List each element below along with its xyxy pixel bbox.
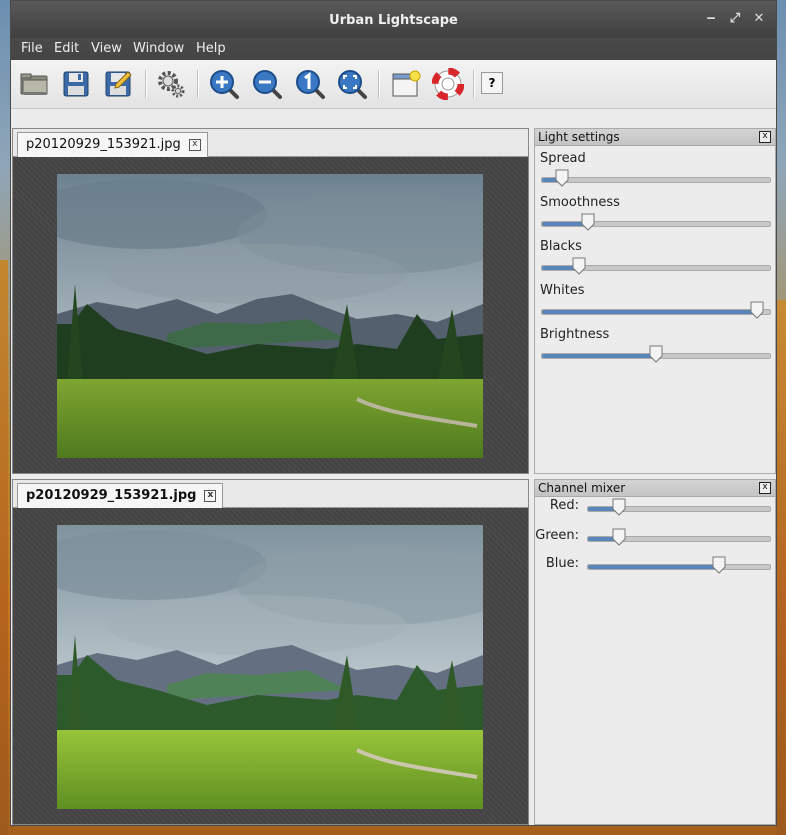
toolbar: ?: [11, 60, 776, 109]
blacks-slider[interactable]: [541, 257, 771, 275]
window-title: Urban Lightscape: [329, 13, 458, 28]
smoothness-slider[interactable]: [541, 213, 771, 231]
light-settings-header[interactable]: Light settings x: [535, 129, 775, 146]
close-icon[interactable]: x: [759, 131, 771, 143]
zoom-out-icon[interactable]: [251, 68, 283, 100]
image-canvas[interactable]: [13, 157, 528, 473]
whites-slider-fill: [542, 310, 757, 314]
zoom-in-icon[interactable]: [208, 68, 240, 100]
new-window-icon[interactable]: [390, 68, 422, 100]
zoom-actual-icon[interactable]: [294, 68, 326, 100]
help-lifebuoy-icon[interactable]: [431, 67, 465, 101]
green-channel-label: Green:: [535, 528, 579, 543]
tab-image-processed[interactable]: p20120929_153921.jpg x: [17, 483, 224, 508]
app-window: Urban Lightscape ‒ ⤢ ✕ File Edit View Wi…: [10, 0, 777, 826]
menu-file[interactable]: File: [21, 41, 43, 56]
minimize-icon[interactable]: ‒: [704, 12, 718, 26]
spread-label: Spread: [540, 151, 586, 166]
brightness-slider-fill: [542, 354, 656, 358]
settings-icon[interactable]: [155, 68, 187, 100]
toolbar-separator: [378, 70, 380, 98]
green-channel-slider-handle[interactable]: [612, 528, 626, 546]
blue-channel-slider[interactable]: [587, 556, 771, 574]
image-pane-original: p20120929_153921.jpg x: [12, 128, 529, 474]
spread-slider[interactable]: [541, 169, 771, 187]
menu-help[interactable]: Help: [196, 41, 226, 56]
desktop-background-right: [776, 300, 786, 835]
tab-label: p20120929_153921.jpg: [26, 488, 197, 503]
whites-slider[interactable]: [541, 301, 771, 319]
blue-channel-slider-handle[interactable]: [712, 556, 726, 574]
open-icon[interactable]: [18, 68, 50, 100]
red-channel-label: Red:: [549, 498, 579, 513]
channel-mixer-panel: Channel mixer x Red: Green: Blue:: [534, 479, 776, 825]
close-icon[interactable]: x: [759, 482, 771, 494]
close-icon[interactable]: ✕: [752, 12, 766, 26]
whites-label: Whites: [540, 283, 585, 298]
tab-image-original[interactable]: p20120929_153921.jpg x: [17, 132, 208, 157]
photo-original: [57, 174, 483, 458]
green-channel-slider[interactable]: [587, 528, 771, 546]
whites-slider-handle[interactable]: [750, 301, 764, 319]
image-canvas[interactable]: [13, 508, 528, 824]
smoothness-slider-handle[interactable]: [581, 213, 595, 231]
toolbar-separator: [145, 70, 147, 98]
red-channel-slider-handle[interactable]: [612, 498, 626, 516]
menu-edit[interactable]: Edit: [54, 41, 79, 56]
brightness-slider-handle[interactable]: [649, 345, 663, 363]
light-settings-title: Light settings: [538, 130, 620, 144]
channel-mixer-title: Channel mixer: [538, 481, 626, 495]
smoothness-label: Smoothness: [540, 195, 620, 210]
title-bar[interactable]: Urban Lightscape ‒ ⤢ ✕: [11, 1, 776, 38]
save-icon[interactable]: [60, 68, 92, 100]
photo-processed: [57, 525, 483, 809]
brightness-slider[interactable]: [541, 345, 771, 363]
spread-slider-handle[interactable]: [555, 169, 569, 187]
image-pane-processed: p20120929_153921.jpg x: [12, 479, 529, 825]
maximize-icon[interactable]: ⤢: [728, 12, 742, 26]
menu-bar: File Edit View Window Help: [11, 38, 776, 60]
blacks-slider-handle[interactable]: [572, 257, 586, 275]
menu-view[interactable]: View: [91, 41, 122, 56]
toolbar-separator: [473, 70, 475, 98]
tab-label: p20120929_153921.jpg: [26, 137, 181, 152]
light-settings-panel: Light settings x Spread Smoothness Blacks W…: [534, 128, 776, 474]
tab-close-icon[interactable]: x: [204, 490, 217, 502]
tab-close-icon[interactable]: x: [188, 139, 201, 151]
zoom-fit-icon[interactable]: [336, 68, 368, 100]
tab-bar: p20120929_153921.jpg x: [13, 129, 528, 157]
blue-channel-label: Blue:: [545, 556, 579, 571]
menu-window[interactable]: Window: [133, 41, 184, 56]
whats-this-icon[interactable]: ?: [481, 72, 503, 94]
desktop-background-left: [0, 260, 8, 835]
save-as-icon[interactable]: [102, 68, 134, 100]
toolbar-separator: [197, 70, 199, 98]
brightness-label: Brightness: [540, 327, 610, 342]
channel-mixer-header[interactable]: Channel mixer x: [535, 480, 775, 497]
blacks-label: Blacks: [540, 239, 582, 254]
blue-channel-slider-fill: [588, 565, 719, 569]
tab-bar: p20120929_153921.jpg x: [13, 480, 528, 508]
red-channel-slider[interactable]: [587, 498, 771, 516]
